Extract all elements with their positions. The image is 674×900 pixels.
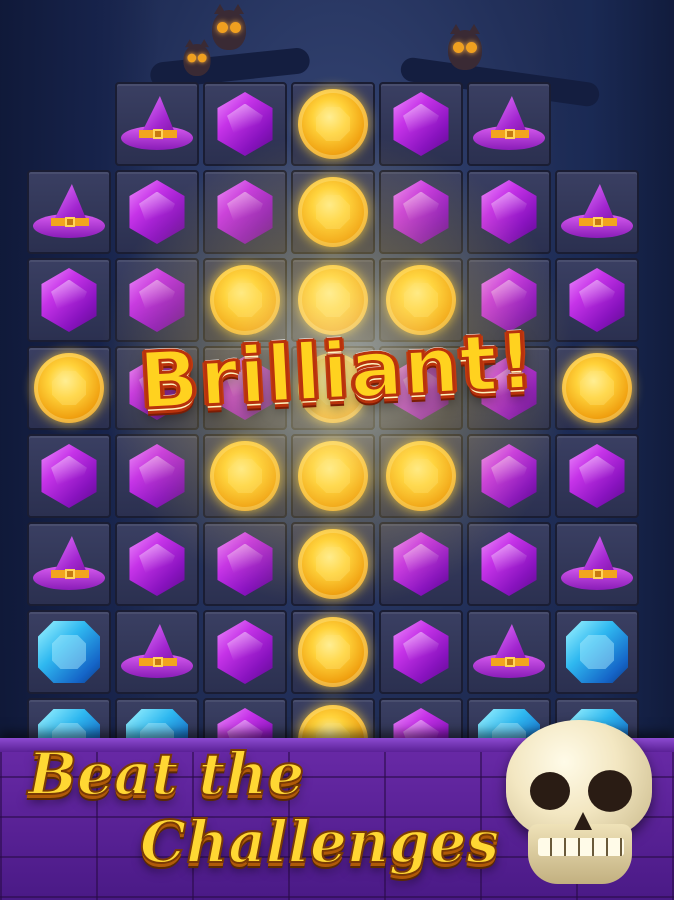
board-cell[interactable] [203, 522, 287, 606]
purple-gem-icon [569, 444, 625, 508]
board-cell[interactable] [467, 610, 551, 694]
board-cell[interactable] [203, 610, 287, 694]
board-cell[interactable] [115, 522, 199, 606]
board-cell[interactable] [467, 82, 551, 166]
game-scene: Brilliant! Beat the Challenges [0, 0, 674, 900]
purple-gem-icon [41, 444, 97, 508]
purple-gem-icon [393, 92, 449, 156]
board-cell[interactable] [291, 170, 375, 254]
board-cell[interactable] [291, 82, 375, 166]
witch-hat-icon [31, 534, 107, 594]
board-cell[interactable] [379, 434, 463, 518]
board-cell[interactable] [115, 170, 199, 254]
board-cell[interactable] [379, 610, 463, 694]
witch-hat-icon [119, 622, 195, 682]
purple-gem-icon [569, 268, 625, 332]
owl-icon [212, 4, 246, 50]
board-cell[interactable] [555, 434, 639, 518]
board-cell[interactable] [115, 434, 199, 518]
witch-hat-icon [471, 622, 547, 682]
board-cell[interactable] [467, 522, 551, 606]
board-cell[interactable] [379, 82, 463, 166]
board-cell[interactable] [27, 170, 111, 254]
skull-icon [498, 720, 658, 895]
board-cell[interactable] [467, 170, 551, 254]
gold-gem-icon [210, 441, 280, 511]
board-cell[interactable] [27, 434, 111, 518]
witch-hat-icon [471, 94, 547, 154]
board-cell[interactable] [203, 82, 287, 166]
gold-gem-icon [386, 441, 456, 511]
blue-gem-icon [38, 621, 100, 683]
blue-gem-icon [566, 621, 628, 683]
purple-gem-icon [393, 620, 449, 684]
purple-gem-icon [481, 532, 537, 596]
purple-gem-icon [217, 92, 273, 156]
purple-gem-icon [129, 180, 185, 244]
gold-gem-icon [298, 89, 368, 159]
purple-gem-icon [129, 444, 185, 508]
purple-gem-icon [217, 620, 273, 684]
witch-hat-icon [31, 182, 107, 242]
purple-gem-icon [217, 532, 273, 596]
board-cell[interactable] [115, 82, 199, 166]
gold-gem-icon [210, 265, 280, 335]
slogan-line-2: Challenges [139, 807, 500, 877]
purple-gem-icon [393, 532, 449, 596]
gold-gem-icon [298, 529, 368, 599]
gold-gem-icon [298, 441, 368, 511]
board-cell[interactable] [27, 610, 111, 694]
witch-hat-icon [119, 94, 195, 154]
purple-gem-icon [481, 444, 537, 508]
board-cell[interactable] [555, 258, 639, 342]
board-cell[interactable] [555, 170, 639, 254]
purple-gem-icon [217, 180, 273, 244]
board-cell[interactable] [27, 258, 111, 342]
board-cell[interactable] [555, 522, 639, 606]
board-cell[interactable] [203, 434, 287, 518]
witch-hat-icon [559, 534, 635, 594]
purple-gem-icon [129, 268, 185, 332]
board-cell[interactable] [555, 346, 639, 430]
witch-hat-icon [559, 182, 635, 242]
board-cell[interactable] [203, 170, 287, 254]
purple-gem-icon [129, 532, 185, 596]
purple-gem-icon [41, 268, 97, 332]
gold-gem-icon [562, 353, 632, 423]
board-cell[interactable] [467, 434, 551, 518]
board-cell[interactable] [27, 346, 111, 430]
board-cell[interactable] [291, 434, 375, 518]
gold-gem-icon [298, 265, 368, 335]
board-cell[interactable] [291, 522, 375, 606]
owl-icon [183, 39, 211, 76]
board-cell[interactable] [291, 610, 375, 694]
gold-gem-icon [298, 617, 368, 687]
slogan-line-1: Beat the [27, 739, 305, 809]
board-cell[interactable] [379, 522, 463, 606]
board-cell[interactable] [555, 610, 639, 694]
board-cell[interactable] [27, 522, 111, 606]
board-cell[interactable] [115, 610, 199, 694]
board-cell[interactable] [115, 258, 199, 342]
gold-gem-icon [298, 177, 368, 247]
gold-gem-icon [34, 353, 104, 423]
board-cell[interactable] [379, 170, 463, 254]
owl-icon [448, 24, 482, 70]
purple-gem-icon [393, 180, 449, 244]
purple-gem-icon [481, 180, 537, 244]
